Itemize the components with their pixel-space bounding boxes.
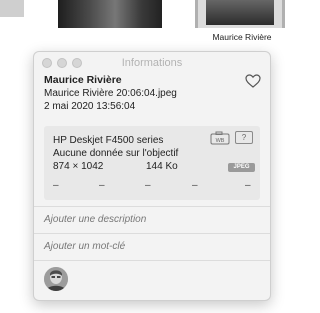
file-name: Maurice Rivière 20:06:04.jpeg <box>44 88 177 99</box>
photo-thumbnail-middle[interactable] <box>58 0 162 28</box>
photo-thumbnail-previous[interactable] <box>0 0 24 17</box>
window-title: Informations <box>121 57 183 69</box>
exposure-value: – <box>99 180 105 191</box>
title-bar[interactable]: Informations <box>34 52 270 74</box>
info-window: Informations Maurice Rivière Maurice Riv… <box>33 51 271 301</box>
exposure-value: – <box>145 180 151 191</box>
lens-info: Aucune donnée sur l'objectif <box>53 148 179 159</box>
file-size: 144 Ko <box>146 161 178 172</box>
camera-wb-icon: WB <box>210 131 230 145</box>
metadata-panel: HP Deskjet F4500 series Aucune donnée su… <box>44 126 260 200</box>
exposure-value: – <box>192 180 198 191</box>
face-avatar-icon <box>44 267 68 291</box>
people-area <box>34 261 270 299</box>
face-avatar[interactable] <box>44 267 68 291</box>
heart-icon[interactable] <box>245 74 261 88</box>
white-balance-label: WB <box>216 138 225 144</box>
unknown-badge: ? <box>235 131 253 144</box>
keyword-field[interactable]: Ajouter un mot-clé <box>34 234 270 260</box>
exposure-value: – <box>53 180 59 191</box>
thumbnail-caption: Maurice Rivière <box>212 32 272 42</box>
photo-thumbnail-image <box>206 0 274 25</box>
photo-thumbnail-selected[interactable] <box>195 0 285 28</box>
photo-title[interactable]: Maurice Rivière <box>44 74 260 87</box>
image-dimensions: 874 × 1042 <box>53 161 104 172</box>
description-field[interactable]: Ajouter une description <box>34 207 270 233</box>
format-badge: JPEG <box>228 163 255 172</box>
camera-model: HP Deskjet F4500 series <box>53 135 164 146</box>
photo-date[interactable]: 2 mai 2020 13:56:04 <box>44 100 260 113</box>
exposure-value: – <box>245 180 251 191</box>
photo-header: Maurice Rivière Maurice Rivière 20:06:04… <box>34 74 270 126</box>
